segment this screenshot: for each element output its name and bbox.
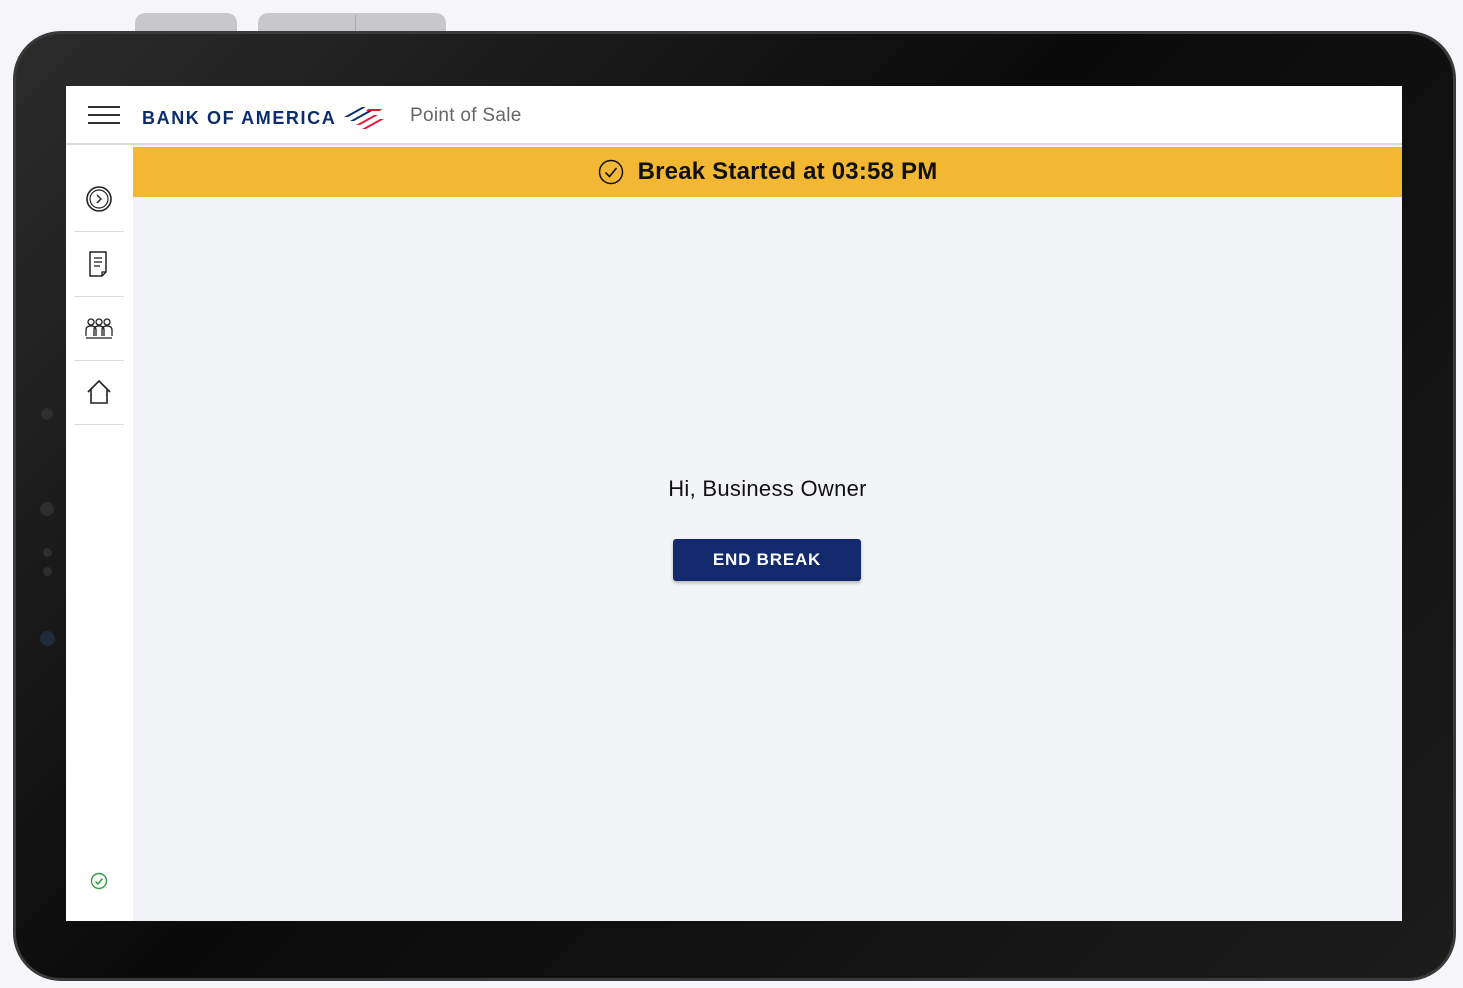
sensor-dot: [41, 408, 53, 420]
sidebar-item-team[interactable]: [74, 296, 124, 361]
check-circle-icon: [598, 159, 623, 185]
brand-name: BANK OF AMERICA: [142, 107, 337, 128]
sidebar-item-time-clock[interactable]: [74, 167, 124, 232]
sidebar-item-home[interactable]: [74, 360, 124, 425]
receipt-icon: [89, 251, 107, 277]
sidebar-item-orders[interactable]: [74, 232, 124, 297]
hamburger-menu-icon[interactable]: [88, 106, 120, 126]
check-circle-icon: [90, 872, 108, 890]
bank-of-america-logo: BANK OF AMERICA: [142, 106, 386, 130]
sensor-dot: [43, 567, 52, 576]
sidebar-nav: [66, 145, 133, 921]
app-header: BANK OF AMERICA Point of Sale: [66, 86, 1402, 145]
home-icon: [87, 379, 111, 404]
app-screen: BANK OF AMERICA Point of Sale Break Star…: [66, 86, 1402, 921]
camera-lens: [40, 502, 54, 516]
banner-text: Break Started at 03:58 PM: [637, 158, 938, 185]
clock-icon: [86, 186, 112, 212]
team-icon: [85, 318, 113, 339]
sensor-dot: [43, 548, 52, 557]
break-status-banner: Break Started at 03:58 PM: [133, 147, 1402, 197]
end-break-button[interactable]: END BREAK: [673, 539, 861, 581]
flag-logo-icon: [344, 107, 385, 129]
camera-lens: [40, 631, 55, 646]
greeting-text: Hi, Business Owner: [668, 476, 867, 501]
app-title: Point of Sale: [410, 105, 522, 126]
